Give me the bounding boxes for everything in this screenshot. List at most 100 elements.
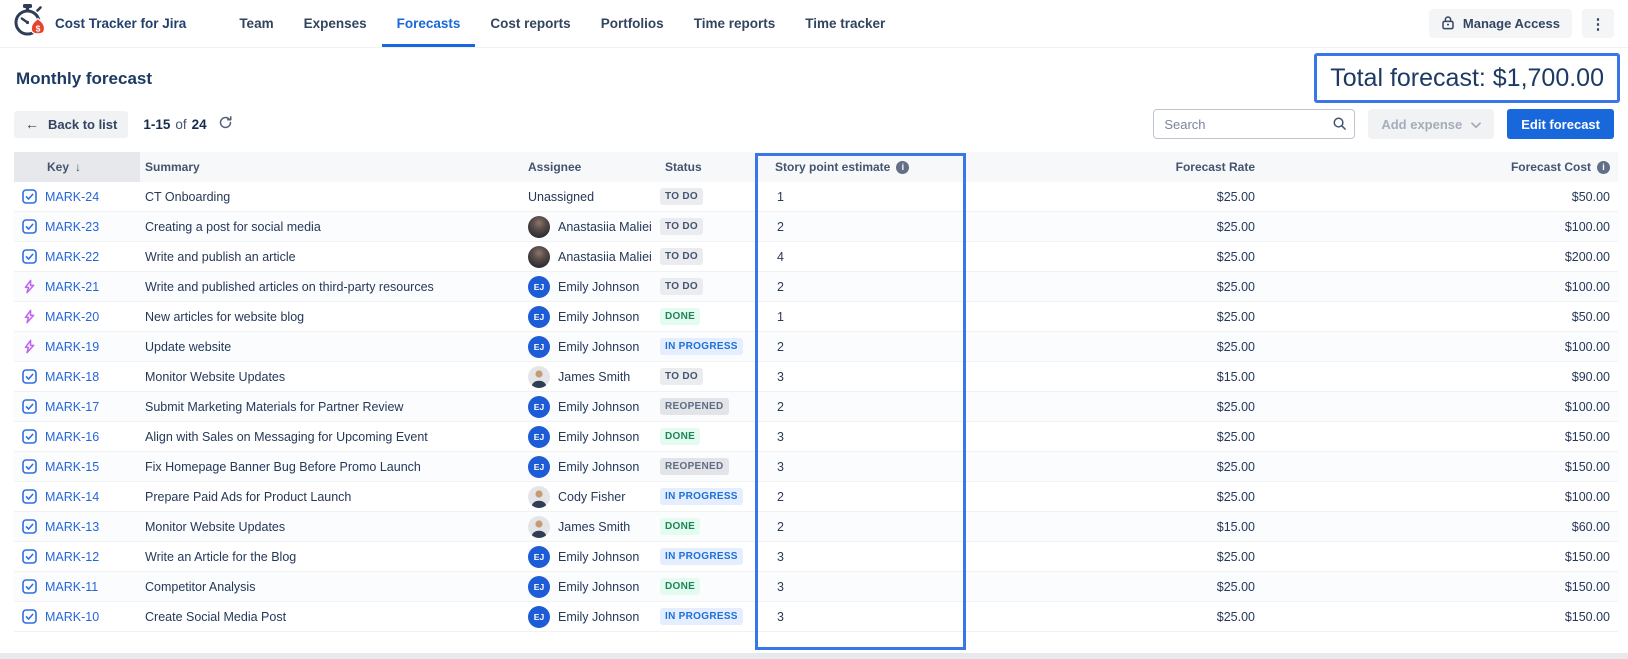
manage-access-label: Manage Access [1463,16,1560,31]
forecast-cost-value: $150.00 [1265,550,1618,564]
story-points-value: 2 [755,490,965,504]
refresh-button[interactable] [216,113,235,135]
forecast-rate-value: $25.00 [965,490,1265,504]
column-header-forecast-rate[interactable]: Forecast Rate [965,160,1265,174]
status-badge: TO DO [660,218,703,235]
issue-key-link[interactable]: MARK-20 [45,310,99,324]
issue-key-link[interactable]: MARK-13 [45,520,99,534]
nav-tab-forecasts[interactable]: Forecasts [382,0,476,47]
status-badge: IN PROGRESS [660,608,743,625]
assignee-avatar: EJ [528,396,550,418]
story-points-value: 3 [755,370,965,384]
assignee-name: Anastasiia Maliei [558,220,652,234]
issue-key-link[interactable]: MARK-12 [45,550,99,564]
issue-key-link[interactable]: MARK-16 [45,430,99,444]
task-type-icon [22,579,37,594]
forecast-rate-value: $25.00 [965,460,1265,474]
story-points-value: 3 [755,460,965,474]
assignee-avatar: EJ [528,276,550,298]
nav-tab-portfolios[interactable]: Portfolios [586,0,679,47]
avatar-initials: EJ [534,432,544,442]
key-cell: MARK-18 [14,369,140,384]
nav-tab-team[interactable]: Team [224,0,288,47]
key-cell: MARK-11 [14,579,140,594]
forecast-rate-value: $15.00 [965,370,1265,384]
pagination-range: 1-15 [143,117,170,132]
assignee-name: Emily Johnson [558,610,639,624]
avatar-initials: EJ [534,462,544,472]
issue-key-link[interactable]: MARK-11 [45,580,98,594]
key-cell: MARK-24 [14,189,140,204]
status-cell: DONE [660,428,755,445]
column-header-assignee[interactable]: Assignee [525,160,660,174]
status-cell: IN PROGRESS [660,548,755,565]
table-row: MARK-21 Write and published articles on … [14,272,1618,302]
search-input[interactable] [1153,109,1355,139]
issue-key-link[interactable]: MARK-22 [45,250,99,264]
assignee-avatar [528,486,550,508]
nav-tab-time-tracker[interactable]: Time tracker [790,0,900,47]
task-type-icon [22,189,37,204]
more-options-button[interactable]: ⋮ [1582,9,1614,38]
summary-cell: Update website [140,340,525,354]
key-cell: MARK-13 [14,519,140,534]
assignee-avatar [528,516,550,538]
forecast-rate-value: $25.00 [965,610,1265,624]
edit-forecast-button[interactable]: Edit forecast [1507,109,1614,139]
status-badge: TO DO [660,278,703,295]
column-header-story-points[interactable]: Story point estimate i [755,160,965,174]
status-cell: TO DO [660,218,755,235]
main-nav: Team Expenses Forecasts Cost reports Por… [224,0,900,47]
forecast-cost-value: $100.00 [1265,490,1618,504]
assignee-cell: James Smith [525,516,660,538]
story-points-value: 3 [755,550,965,564]
forecast-rate-value: $25.00 [965,280,1265,294]
forecast-rate-value: $25.00 [965,550,1265,564]
assignee-avatar: EJ [528,306,550,328]
issue-key-link[interactable]: MARK-21 [45,280,99,294]
issue-key-link[interactable]: MARK-19 [45,340,99,354]
column-header-key[interactable]: Key ↓ [14,152,140,182]
nav-tab-cost-reports[interactable]: Cost reports [475,0,585,47]
forecast-cost-value: $100.00 [1265,220,1618,234]
assignee-cell: Unassigned [525,190,660,204]
top-bar: $ Cost Tracker for Jira Team Expenses Fo… [0,0,1628,48]
summary-cell: Write and publish an article [140,250,525,264]
forecast-rate-value: $25.00 [965,310,1265,324]
column-header-summary[interactable]: Summary [140,160,525,174]
info-icon[interactable]: i [896,161,909,174]
info-icon[interactable]: i [1597,161,1610,174]
issue-key-link[interactable]: MARK-10 [45,610,99,624]
status-cell: DONE [660,578,755,595]
forecast-cost-value: $90.00 [1265,370,1618,384]
assignee-avatar [528,216,550,238]
nav-tab-time-reports[interactable]: Time reports [679,0,791,47]
avatar-initials: EJ [534,552,544,562]
key-cell: MARK-17 [14,399,140,414]
back-to-list-button[interactable]: ← Back to list [14,111,128,138]
nav-tab-expenses[interactable]: Expenses [289,0,382,47]
issue-key-link[interactable]: MARK-18 [45,370,99,384]
status-cell: TO DO [660,188,755,205]
assignee-cell: EJ Emily Johnson [525,456,660,478]
issue-key-link[interactable]: MARK-14 [45,490,99,504]
issue-key-link[interactable]: MARK-23 [45,220,99,234]
assignee-cell: EJ Emily Johnson [525,546,660,568]
table-row: MARK-13 Monitor Website Updates James Sm… [14,512,1618,542]
column-header-forecast-cost[interactable]: Forecast Cost i [1265,160,1618,174]
assignee-name: James Smith [558,520,630,534]
forecast-rate-value: $25.00 [965,430,1265,444]
issue-key-link[interactable]: MARK-17 [45,400,99,414]
forecast-cost-value: $60.00 [1265,520,1618,534]
issue-key-link[interactable]: MARK-15 [45,460,99,474]
status-badge: DONE [660,308,700,325]
column-header-status[interactable]: Status [660,160,755,174]
issue-key-link[interactable]: MARK-24 [45,190,99,204]
status-cell: IN PROGRESS [660,338,755,355]
status-badge: TO DO [660,248,703,265]
key-cell: MARK-12 [14,549,140,564]
assignee-cell: EJ Emily Johnson [525,606,660,628]
manage-access-button[interactable]: Manage Access [1429,9,1572,38]
assignee-avatar: EJ [528,606,550,628]
add-expense-button[interactable]: Add expense [1368,109,1494,139]
